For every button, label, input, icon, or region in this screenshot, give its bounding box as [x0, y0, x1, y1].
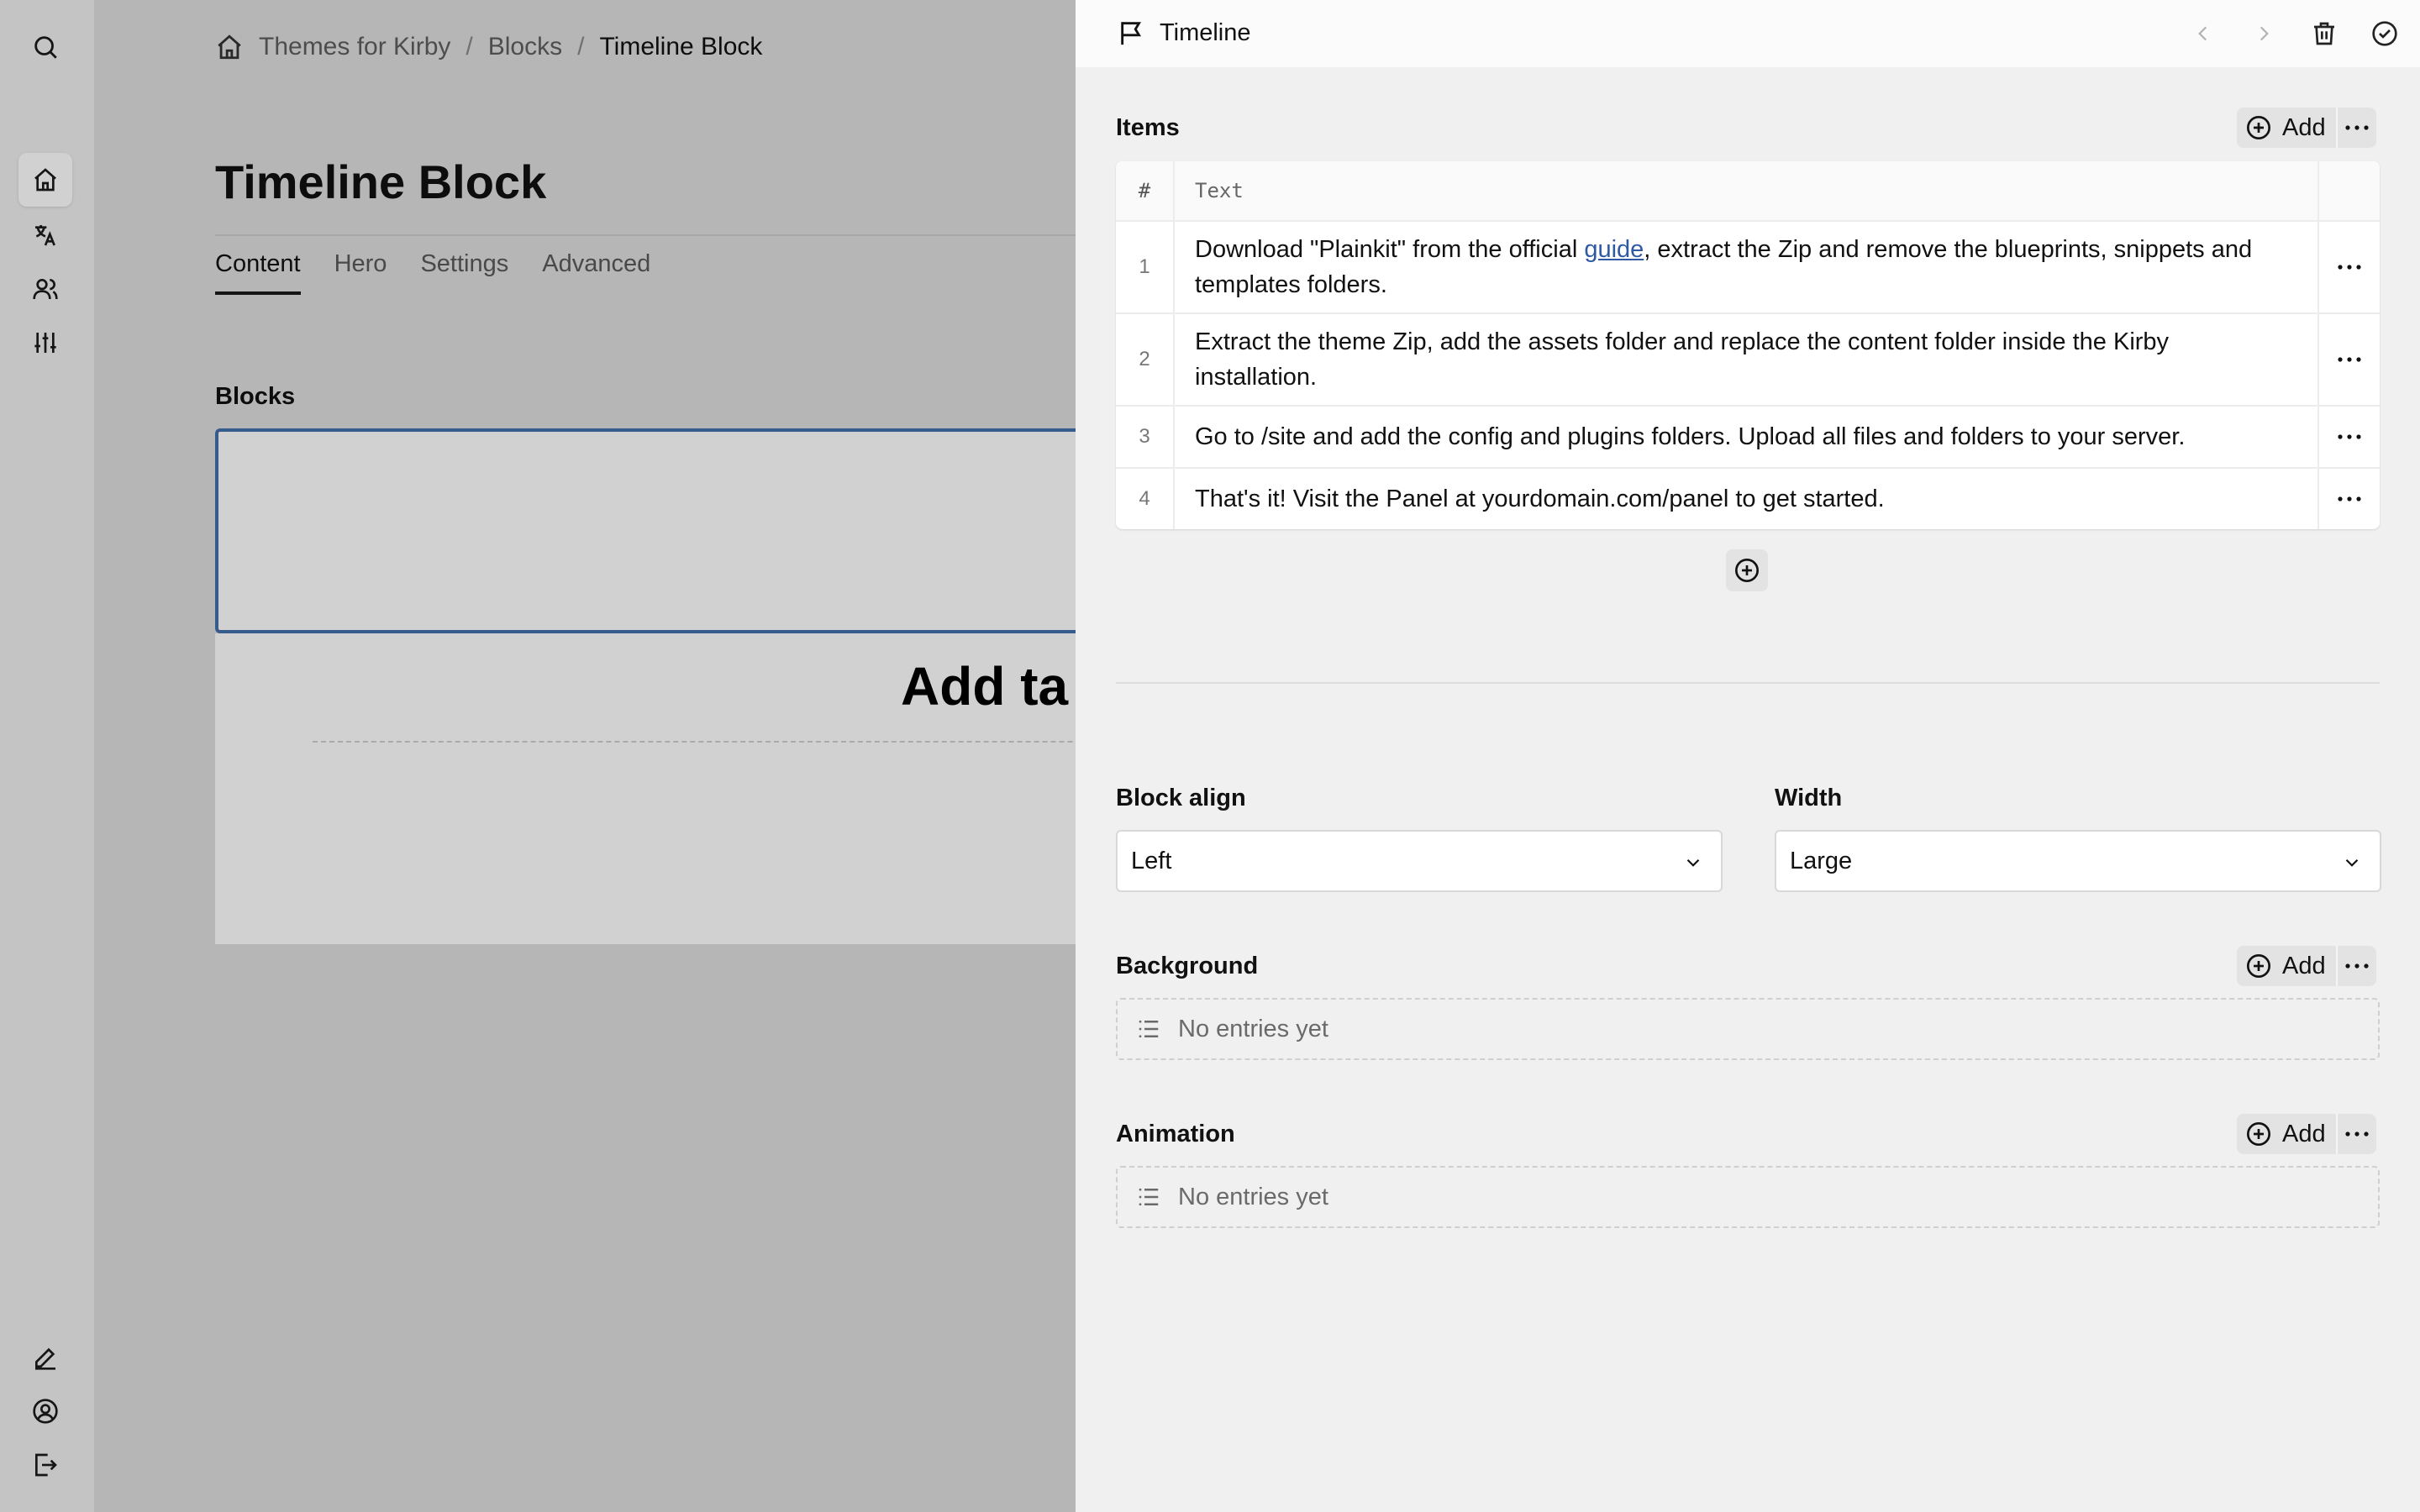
row-index: 1 — [1116, 222, 1175, 312]
row-text[interactable]: Go to /site and add the config and plugi… — [1175, 407, 2317, 467]
row-index: 3 — [1116, 407, 1175, 467]
more-icon — [2338, 434, 2361, 439]
trash-icon — [2314, 22, 2334, 45]
items-add-button[interactable]: Add — [2237, 108, 2338, 148]
drawer-title: Timeline — [1118, 18, 1251, 47]
more-icon — [2338, 496, 2361, 501]
row-index: 2 — [1116, 314, 1175, 405]
items-options: Add — [2237, 108, 2376, 148]
row-options-button[interactable] — [2317, 407, 2380, 467]
more-icon — [2338, 357, 2361, 362]
delete-block-button[interactable] — [2307, 17, 2341, 50]
row-options-button[interactable] — [2317, 469, 2380, 529]
table-row[interactable]: 4 That's it! Visit the Panel at yourdoma… — [1116, 469, 2380, 529]
background-field-label: Background — [1116, 953, 1259, 979]
animation-empty-text: No entries yet — [1178, 1183, 1328, 1210]
row-index: 4 — [1116, 469, 1175, 529]
row-options-button[interactable] — [2317, 222, 2380, 312]
add-row-button[interactable] — [1726, 549, 1768, 591]
animation-add-label: Add — [2282, 1120, 2326, 1147]
background-add-label: Add — [2282, 952, 2326, 979]
column-header-options — [2317, 161, 2380, 220]
items-add-label: Add — [2282, 113, 2326, 141]
row-text[interactable]: Extract the theme Zip, add the assets fo… — [1175, 314, 2317, 405]
close-drawer-button[interactable] — [2368, 17, 2402, 50]
list-icon — [1139, 1021, 1159, 1037]
add-icon — [2247, 1122, 2270, 1146]
animation-more-button[interactable] — [2338, 1114, 2376, 1154]
check-circle-icon — [2372, 21, 2397, 46]
background-add-button[interactable]: Add — [2237, 946, 2338, 986]
add-icon — [1735, 559, 1759, 582]
background-empty-text: No entries yet — [1178, 1015, 1328, 1042]
add-icon — [2247, 116, 2270, 139]
column-header-index: # — [1116, 161, 1175, 220]
block-align-value: Left — [1131, 847, 1172, 874]
add-icon — [2247, 954, 2270, 978]
more-icon — [2338, 265, 2361, 270]
row-text[interactable]: That's it! Visit the Panel at yourdomain… — [1175, 469, 2317, 529]
more-icon — [2345, 963, 2369, 969]
table-header: # Text — [1116, 161, 2380, 222]
table-row[interactable]: 3 Go to /site and add the config and plu… — [1116, 407, 2380, 469]
row-text-before: Download "Plainkit" from the official — [1195, 236, 1585, 263]
table-row[interactable]: 1 Download "Plainkit" from the official … — [1116, 222, 2380, 314]
fields-divider — [1116, 682, 2380, 684]
list-icon — [1139, 1189, 1159, 1205]
row-text[interactable]: Download "Plainkit" from the official gu… — [1175, 222, 2317, 312]
block-align-label: Block align — [1116, 785, 1246, 811]
width-select[interactable]: Large — [1775, 830, 2381, 892]
more-icon — [2345, 125, 2369, 130]
next-block-button[interactable] — [2247, 17, 2281, 50]
block-align-select[interactable]: Left — [1116, 830, 1723, 892]
background-empty-state[interactable]: No entries yet — [1116, 998, 2380, 1060]
width-label: Width — [1775, 785, 1843, 811]
drawer-header: Timeline — [1076, 0, 2420, 67]
items-table: # Text 1 Download "Plainkit" from the of… — [1116, 161, 2380, 529]
chevron-down-icon — [2345, 858, 2359, 867]
column-header-text: Text — [1195, 179, 1244, 202]
chevron-left-icon — [2198, 26, 2207, 41]
animation-field-label: Animation — [1116, 1121, 1235, 1147]
block-drawer: Timeline Items Add # Text 1 Download "Pl… — [1076, 0, 2420, 1512]
items-field-label: Items — [1116, 114, 1180, 141]
table-row[interactable]: 2 Extract the theme Zip, add the assets … — [1116, 314, 2380, 407]
row-options-button[interactable] — [2317, 314, 2380, 405]
items-more-button[interactable] — [2338, 108, 2376, 148]
background-more-button[interactable] — [2338, 946, 2376, 986]
animation-options: Add — [2237, 1114, 2376, 1154]
animation-add-button[interactable]: Add — [2237, 1114, 2338, 1154]
guide-link[interactable]: guide — [1584, 236, 1644, 263]
background-options: Add — [2237, 946, 2376, 986]
previous-block-button[interactable] — [2186, 17, 2220, 50]
flag-icon — [1121, 22, 1142, 45]
more-icon — [2345, 1131, 2369, 1137]
animation-empty-state[interactable]: No entries yet — [1116, 1166, 2380, 1228]
chevron-down-icon — [1686, 858, 1700, 867]
drawer-title-text: Timeline — [1160, 18, 1251, 46]
chevron-right-icon — [2260, 26, 2269, 41]
width-value: Large — [1790, 847, 1853, 874]
